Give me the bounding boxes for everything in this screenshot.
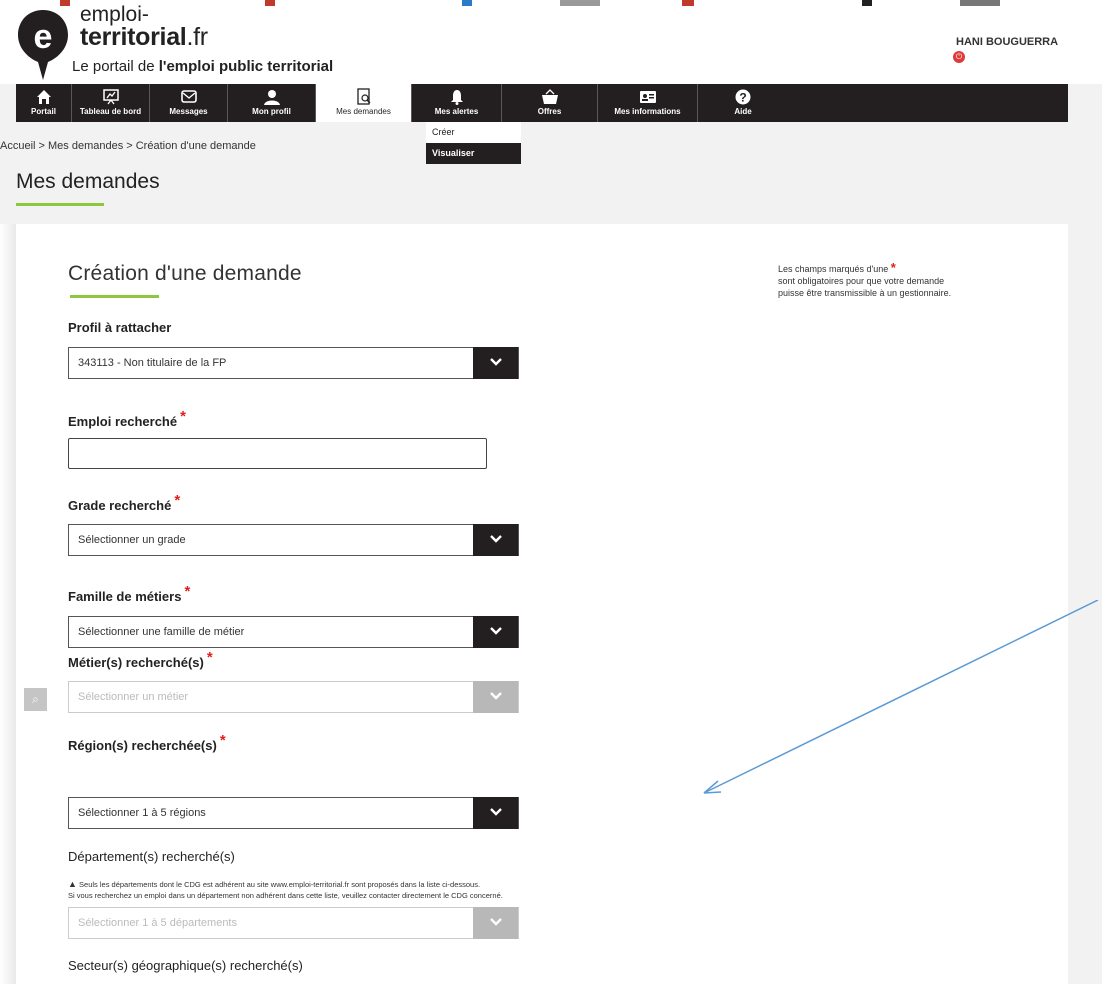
secteur-label: Secteur(s) géographique(s) recherché(s) bbox=[68, 958, 303, 973]
logout-icon[interactable]: ⏻ bbox=[953, 51, 965, 63]
departement-warning: ▲ Seuls les départements dont le CDG est… bbox=[68, 879, 503, 900]
logo-line2: territorial.fr bbox=[80, 23, 208, 51]
form-title-underline bbox=[70, 295, 159, 298]
nav-mes-alertes[interactable]: Mes alertes bbox=[412, 84, 502, 122]
form-title: Création d'une demande bbox=[68, 262, 302, 285]
chevron-down-icon[interactable] bbox=[473, 616, 518, 648]
id-card-icon bbox=[598, 84, 697, 106]
tagline: Le portail de l'emploi public territoria… bbox=[72, 58, 334, 75]
grade-label: Grade recherché * bbox=[68, 492, 181, 513]
nav-mes-demandes[interactable]: Mes demandes bbox=[316, 84, 412, 122]
page-title: Mes demandes bbox=[16, 170, 160, 193]
nav-mon-profil[interactable]: Mon profil bbox=[228, 84, 316, 122]
left-shadow bbox=[0, 224, 16, 984]
nav-tableau-de-bord[interactable]: Tableau de bord bbox=[72, 84, 150, 122]
profil-select[interactable]: 343113 - Non titulaire de la FP bbox=[68, 347, 519, 379]
user-name: HANI BOUGUERRA bbox=[956, 36, 1059, 48]
title-underline bbox=[16, 203, 104, 206]
mes-demandes-dropdown: Créer Visualiser bbox=[426, 122, 521, 164]
chevron-down-icon[interactable] bbox=[473, 681, 518, 713]
svg-text:?: ? bbox=[739, 91, 746, 105]
emploi-label: Emploi recherché * bbox=[68, 408, 186, 429]
nav-offres[interactable]: Offres bbox=[502, 84, 598, 122]
profil-label: Profil à rattacher bbox=[68, 320, 172, 335]
search-list-icon[interactable]: ⌕ bbox=[24, 688, 47, 711]
region-label: Région(s) recherchée(s) * bbox=[68, 732, 226, 753]
user-icon bbox=[228, 84, 315, 106]
home-icon bbox=[16, 84, 71, 106]
metier-label: Métier(s) recherché(s) * bbox=[68, 649, 213, 670]
metier-select[interactable]: Sélectionner un métier bbox=[68, 681, 519, 713]
famille-select[interactable]: Sélectionner une famille de métier bbox=[68, 616, 519, 648]
nav-portail[interactable]: Portail bbox=[16, 84, 72, 122]
main-nav: Portail Tableau de bord Messages Mon pro… bbox=[16, 84, 1068, 122]
required-star-icon: * bbox=[890, 260, 896, 275]
breadcrumb: Accueil > Mes demandes > Création d'une … bbox=[0, 140, 256, 152]
annotation-arrow bbox=[703, 600, 1099, 794]
help-icon: ? bbox=[698, 84, 788, 106]
nav-mes-informations[interactable]: Mes informations bbox=[598, 84, 698, 122]
logo-icon[interactable]: e bbox=[16, 8, 70, 82]
bell-icon bbox=[412, 84, 501, 106]
region-select[interactable]: Sélectionner 1 à 5 régions bbox=[68, 797, 519, 829]
departement-label: Département(s) recherché(s) bbox=[68, 849, 235, 864]
dropdown-item-visualiser[interactable]: Visualiser bbox=[426, 143, 521, 164]
nav-aide[interactable]: ? Aide bbox=[698, 84, 788, 122]
document-search-icon bbox=[316, 84, 411, 106]
famille-label: Famille de métiers * bbox=[68, 583, 191, 604]
grade-select[interactable]: Sélectionner un grade bbox=[68, 524, 519, 556]
dashboard-icon bbox=[72, 84, 149, 106]
nav-messages[interactable]: Messages bbox=[150, 84, 228, 122]
envelope-icon bbox=[150, 84, 227, 106]
departement-select[interactable]: Sélectionner 1 à 5 départements bbox=[68, 907, 519, 939]
required-note: Les champs marqués d'une * sont obligato… bbox=[778, 260, 952, 298]
chevron-down-icon[interactable] bbox=[473, 524, 518, 556]
basket-icon bbox=[502, 84, 597, 106]
dropdown-item-creer[interactable]: Créer bbox=[426, 122, 521, 143]
emploi-input[interactable] bbox=[68, 438, 487, 469]
chevron-down-icon[interactable] bbox=[473, 907, 518, 939]
site-header: e emploi- territorial.fr Le portail de l… bbox=[0, 4, 1102, 84]
chevron-down-icon[interactable] bbox=[473, 797, 518, 829]
chevron-down-icon[interactable] bbox=[473, 347, 518, 379]
svg-text:e: e bbox=[34, 18, 53, 56]
warning-icon: ▲ bbox=[68, 879, 77, 889]
